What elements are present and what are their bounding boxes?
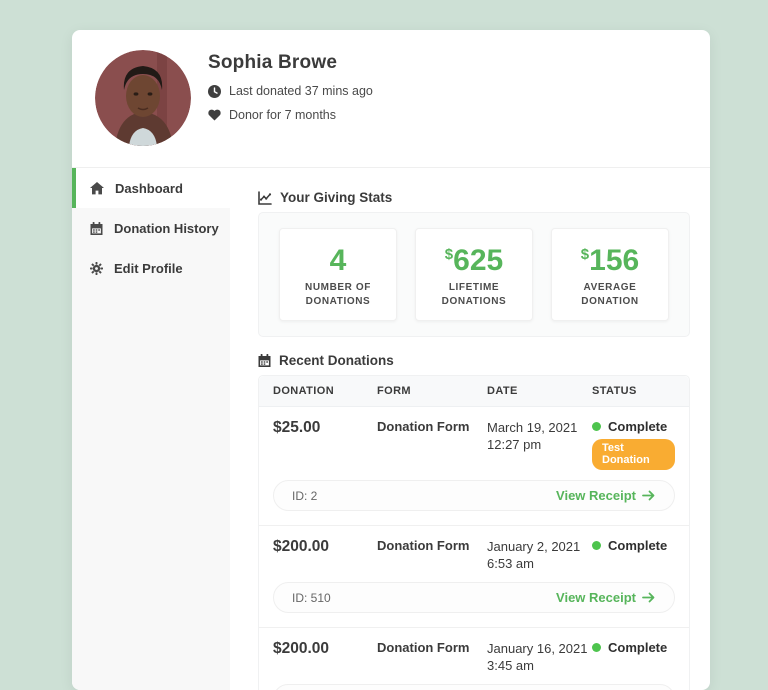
donation-id-bar bbox=[273, 684, 675, 690]
calendar-icon bbox=[258, 354, 271, 367]
sidebar-item-dashboard[interactable]: Dashboard bbox=[72, 168, 230, 208]
home-icon bbox=[90, 181, 104, 194]
donation-id-bar: ID: 2 View Receipt bbox=[273, 480, 675, 511]
donor-for-text: Donor for 7 months bbox=[229, 108, 336, 122]
stat-label: AVERAGE DONATION bbox=[581, 282, 639, 307]
currency-sign: $ bbox=[580, 246, 590, 263]
sidebar: Dashboard Donation History Edit Profile bbox=[72, 168, 230, 690]
stat-number: 4 bbox=[329, 244, 347, 277]
stat-number: 625 bbox=[453, 244, 504, 277]
donation-date: January 2, 2021 6:53 am bbox=[487, 539, 581, 571]
donation-amount: $200.00 bbox=[273, 538, 330, 555]
giving-stats-title: Your Giving Stats bbox=[280, 190, 393, 205]
avatar-image bbox=[95, 50, 191, 146]
status-text: Complete bbox=[608, 538, 668, 553]
stat-card-lifetime-donations: $625 LIFETIME DONATIONS bbox=[415, 228, 533, 321]
arrow-right-icon bbox=[642, 592, 655, 603]
status-text: Complete bbox=[608, 419, 668, 434]
donation-status: Complete bbox=[592, 538, 675, 572]
donation-amount: $25.00 bbox=[273, 419, 321, 436]
donation-id: ID: 2 bbox=[292, 488, 318, 503]
sidebar-item-edit-profile[interactable]: Edit Profile bbox=[72, 248, 230, 288]
donation-group: $200.00 Donation Form January 2, 2021 6:5… bbox=[259, 526, 689, 628]
recent-donations-heading: Recent Donations bbox=[258, 353, 690, 368]
sidebar-item-label: Edit Profile bbox=[114, 260, 183, 276]
clock-icon bbox=[208, 84, 221, 98]
column-header-status: STATUS bbox=[592, 385, 637, 397]
donation-id-bar: ID: 510 View Receipt bbox=[273, 582, 675, 613]
donor-for-row: Donor for 7 months bbox=[208, 108, 373, 122]
sidebar-item-label: Donation History bbox=[114, 220, 219, 236]
stat-card-average-donation: $156 AVERAGE DONATION bbox=[551, 228, 669, 321]
arrow-right-icon bbox=[642, 490, 655, 501]
donation-status: Complete bbox=[592, 640, 675, 674]
view-receipt-label: View Receipt bbox=[556, 488, 636, 503]
giving-stats-heading: Your Giving Stats bbox=[258, 190, 690, 205]
stat-number: 156 bbox=[589, 244, 640, 277]
gear-icon bbox=[90, 261, 103, 275]
status-dot-icon bbox=[592, 541, 601, 550]
donation-form: Donation Form bbox=[377, 419, 470, 434]
column-header-donation: DONATION bbox=[273, 385, 335, 397]
currency-sign: $ bbox=[444, 246, 454, 263]
donor-dashboard-card: Sophia Browe Last donated 37 mins ago Do… bbox=[72, 30, 710, 690]
table-row: $200.00 Donation Form January 16, 2021 3:… bbox=[259, 628, 689, 678]
giving-stats-box: 4 NUMBER OF DONATIONS $625 LIFETIME DONATI… bbox=[258, 212, 690, 337]
view-receipt-label: View Receipt bbox=[556, 590, 636, 605]
donation-date: January 16, 2021 3:45 am bbox=[487, 641, 588, 673]
recent-donations-title: Recent Donations bbox=[279, 353, 394, 368]
recent-donations-table: DONATION FORM DATE STATUS $25.00 Donatio… bbox=[258, 375, 690, 690]
test-donation-badge: Test Donation bbox=[592, 439, 675, 470]
main-content: Your Giving Stats 4 NUMBER OF DONATIONS $… bbox=[230, 168, 710, 690]
stat-label: LIFETIME DONATIONS bbox=[441, 282, 507, 307]
table-row: $25.00 Donation Form March 19, 2021 12:27… bbox=[259, 407, 689, 474]
donation-id: ID: 510 bbox=[292, 590, 331, 605]
stat-label: NUMBER OF DONATIONS bbox=[305, 282, 371, 307]
stat-value: $625 bbox=[420, 240, 528, 276]
donation-form: Donation Form bbox=[377, 640, 470, 655]
donation-date: March 19, 2021 12:27 pm bbox=[487, 420, 578, 452]
donation-group: $200.00 Donation Form January 16, 2021 3:… bbox=[259, 628, 689, 690]
profile-info: Sophia Browe Last donated 37 mins ago Do… bbox=[208, 52, 373, 122]
status-dot-icon bbox=[592, 643, 601, 652]
dashboard-body: Dashboard Donation History Edit Profile … bbox=[72, 168, 710, 690]
stat-value: 4 bbox=[284, 240, 392, 276]
status-dot-icon bbox=[592, 422, 601, 431]
donation-amount: $200.00 bbox=[273, 640, 330, 657]
donation-form: Donation Form bbox=[377, 538, 470, 553]
column-header-form: FORM bbox=[377, 385, 411, 397]
donation-group: $25.00 Donation Form March 19, 2021 12:27… bbox=[259, 407, 689, 526]
profile-header: Sophia Browe Last donated 37 mins ago Do… bbox=[72, 30, 710, 168]
table-row: $200.00 Donation Form January 2, 2021 6:5… bbox=[259, 526, 689, 576]
status-text: Complete bbox=[608, 640, 668, 655]
stat-card-number-of-donations: 4 NUMBER OF DONATIONS bbox=[279, 228, 397, 321]
view-receipt-link[interactable]: View Receipt bbox=[556, 488, 656, 503]
sidebar-item-label: Dashboard bbox=[115, 180, 183, 196]
column-header-date: DATE bbox=[487, 385, 518, 397]
last-donated-text: Last donated 37 mins ago bbox=[229, 84, 373, 98]
chart-line-icon bbox=[258, 190, 272, 205]
avatar bbox=[95, 50, 191, 146]
donation-status: Complete Test Donation bbox=[592, 419, 675, 470]
heart-icon bbox=[208, 109, 221, 121]
last-donated-row: Last donated 37 mins ago bbox=[208, 84, 373, 98]
stat-value: $156 bbox=[556, 240, 664, 276]
profile-name: Sophia Browe bbox=[208, 52, 338, 73]
view-receipt-link[interactable]: View Receipt bbox=[556, 590, 656, 605]
calendar-icon bbox=[90, 221, 103, 235]
sidebar-item-donation-history[interactable]: Donation History bbox=[72, 208, 230, 248]
table-header-row: DONATION FORM DATE STATUS bbox=[259, 376, 689, 407]
